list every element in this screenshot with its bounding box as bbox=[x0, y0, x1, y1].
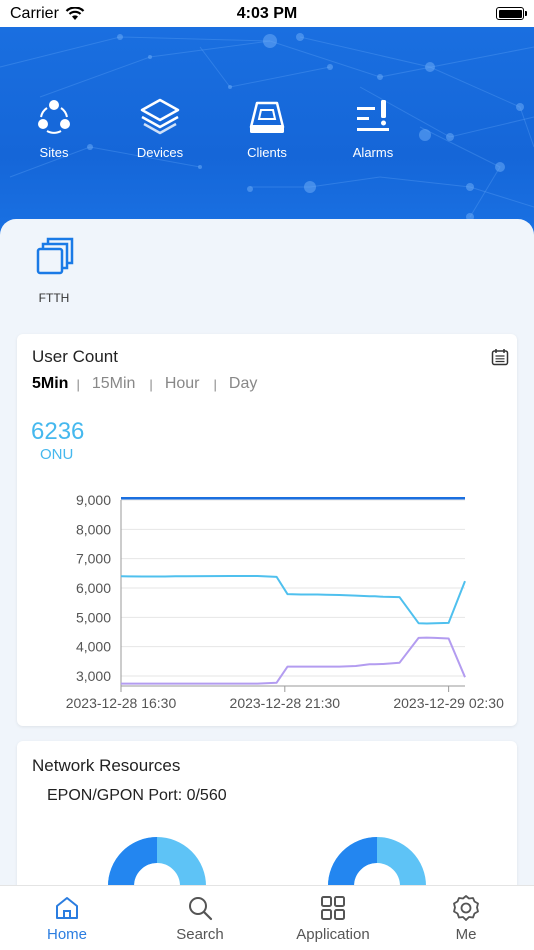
nav-devices[interactable]: Devices bbox=[120, 95, 200, 160]
bottom-tab-bar: Home Search Application Me bbox=[0, 885, 534, 950]
nav-sites[interactable]: Sites bbox=[14, 95, 94, 160]
port-label: EPON/GPON Port: 0/560 bbox=[47, 787, 227, 804]
tab-label: Application bbox=[296, 926, 370, 943]
nav-label: Sites bbox=[39, 145, 69, 160]
y-tick-label: 6,000 bbox=[76, 580, 111, 596]
x-tick-label: 2023-12-28 16:30 bbox=[66, 695, 177, 711]
header-banner: Sites Devices Clients Alarms bbox=[0, 27, 534, 242]
card-title: Network Resources bbox=[32, 756, 181, 775]
nav-label: Clients bbox=[247, 145, 287, 160]
clients-icon bbox=[249, 101, 285, 133]
card-title: User Count bbox=[32, 347, 118, 366]
tab-15min[interactable]: 15Min bbox=[92, 375, 136, 393]
search-icon bbox=[189, 897, 213, 921]
tab-home[interactable]: Home bbox=[22, 894, 112, 943]
home-icon bbox=[56, 897, 78, 919]
content-sheet: FTTH User Count 5Min | 15Min | Hour | Da… bbox=[0, 219, 534, 941]
y-tick-label: 9,000 bbox=[76, 492, 111, 508]
tab-application[interactable]: Application bbox=[288, 894, 378, 943]
tab-label: Home bbox=[46, 926, 87, 943]
interval-tabs: 5Min | 15Min | Hour | Day bbox=[32, 375, 257, 393]
ftth-icon bbox=[36, 237, 74, 275]
y-tick-label: 3,000 bbox=[76, 668, 111, 684]
sites-icon bbox=[38, 100, 70, 134]
onu-unit-label: ONU bbox=[40, 446, 74, 463]
tab-label: Me bbox=[455, 926, 477, 943]
y-tick-label: 8,000 bbox=[76, 521, 111, 537]
settings-icon bbox=[453, 895, 479, 921]
user-count-card: User Count 5Min | 15Min | Hour | Day 623… bbox=[17, 334, 517, 726]
tab-day[interactable]: Day bbox=[229, 375, 257, 393]
tab-separator: | bbox=[149, 376, 153, 392]
nav-alarms[interactable]: Alarms bbox=[333, 95, 413, 160]
wifi-icon bbox=[65, 6, 85, 20]
application-icon bbox=[321, 896, 345, 920]
ftth-shortcut[interactable]: FTTH bbox=[24, 237, 84, 305]
nav-label: Alarms bbox=[352, 145, 394, 160]
y-tick-label: 4,000 bbox=[76, 639, 111, 655]
y-tick-label: 5,000 bbox=[76, 609, 111, 625]
tab-5min[interactable]: 5Min bbox=[32, 375, 68, 393]
nav-clients[interactable]: Clients bbox=[227, 95, 307, 160]
y-tick-label: 7,000 bbox=[76, 551, 111, 567]
tab-search[interactable]: Search bbox=[155, 894, 245, 943]
series-line-2 bbox=[120, 574, 466, 625]
alarms-icon bbox=[357, 100, 389, 131]
x-tick-label: 2023-12-28 21:30 bbox=[230, 695, 341, 711]
devices-icon bbox=[140, 98, 180, 135]
status-bar: Carrier 4:03 PM bbox=[0, 0, 534, 27]
tab-hour[interactable]: Hour bbox=[165, 375, 200, 393]
tab-label: Search bbox=[176, 926, 224, 943]
calendar-icon[interactable] bbox=[491, 348, 509, 366]
series-line-3 bbox=[121, 636, 466, 685]
x-tick-label: 2023-12-29 02:30 bbox=[393, 695, 504, 711]
tab-separator: | bbox=[213, 376, 217, 392]
ftth-label: FTTH bbox=[38, 291, 70, 305]
tab-separator: | bbox=[76, 376, 80, 392]
tab-me[interactable]: Me bbox=[421, 894, 511, 943]
battery-icon bbox=[496, 7, 527, 20]
carrier-label: Carrier bbox=[10, 4, 59, 22]
nav-label: Devices bbox=[136, 145, 184, 160]
onu-count-value: 6236 bbox=[31, 418, 85, 445]
